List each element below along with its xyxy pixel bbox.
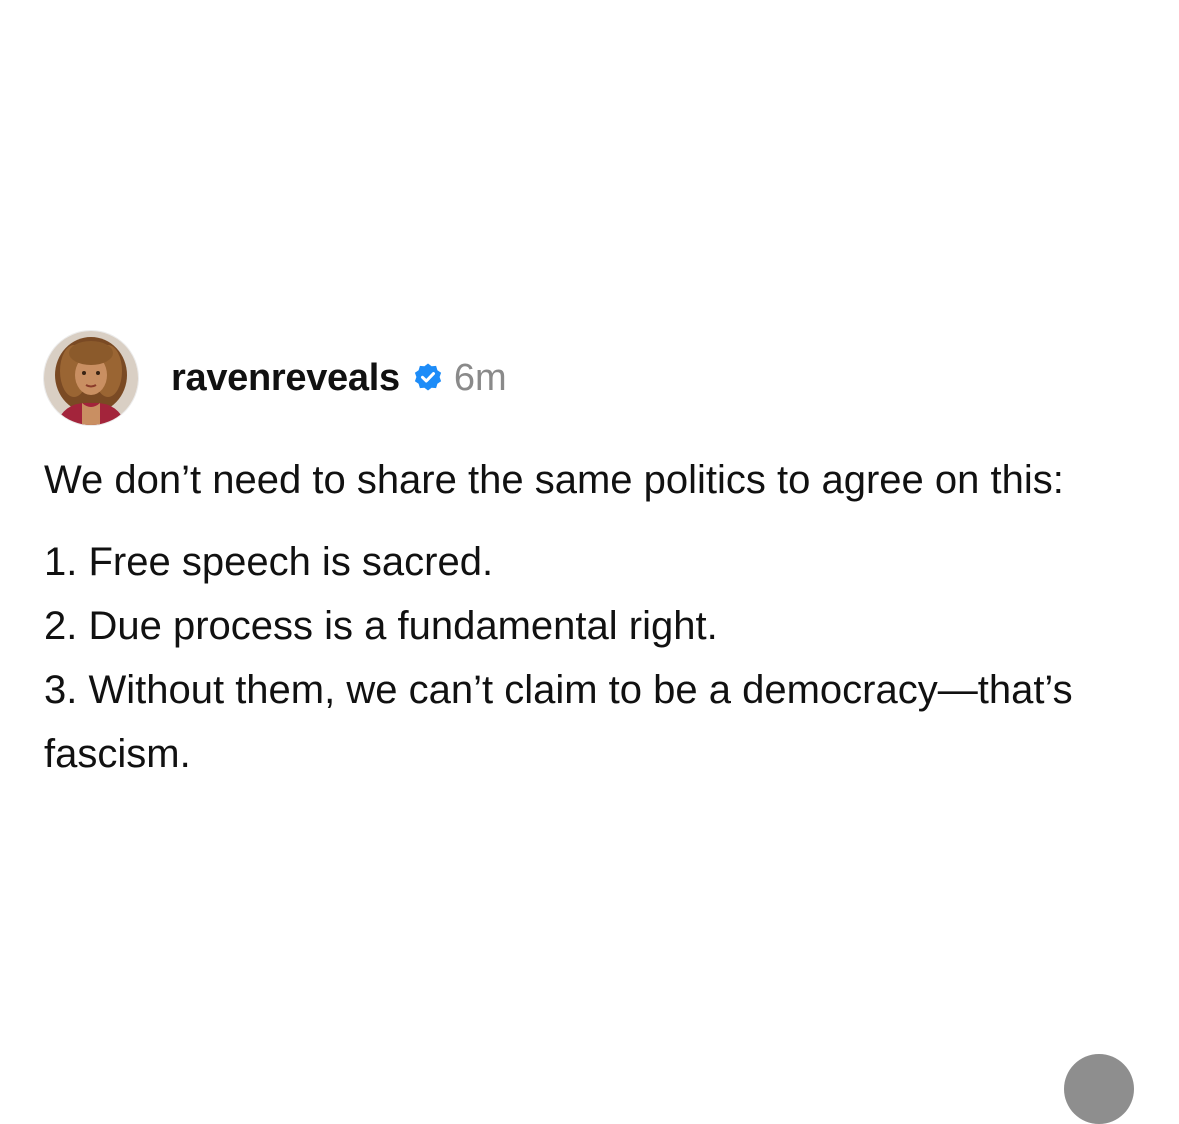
list-item: 2. Due process is a fundamental right.: [44, 604, 718, 648]
post-timestamp: 6m: [453, 356, 507, 399]
floating-action-button[interactable]: [1064, 1054, 1134, 1124]
post-header: ravenreveals 6m: [44, 330, 1134, 426]
verified-badge-icon: [412, 362, 444, 394]
username[interactable]: ravenreveals: [171, 357, 400, 400]
thread-post: ravenreveals 6m We don’t need to share t…: [44, 330, 1134, 786]
avatar[interactable]: [44, 331, 138, 425]
avatar-image: [44, 331, 138, 425]
list-item: 3. Without them, we can’t claim to be a …: [44, 668, 1073, 776]
post-body: We don’t need to share the same politics…: [44, 448, 1134, 786]
list-item: 1. Free speech is sacred.: [44, 540, 494, 584]
post-intro-text: We don’t need to share the same politics…: [44, 458, 1064, 502]
